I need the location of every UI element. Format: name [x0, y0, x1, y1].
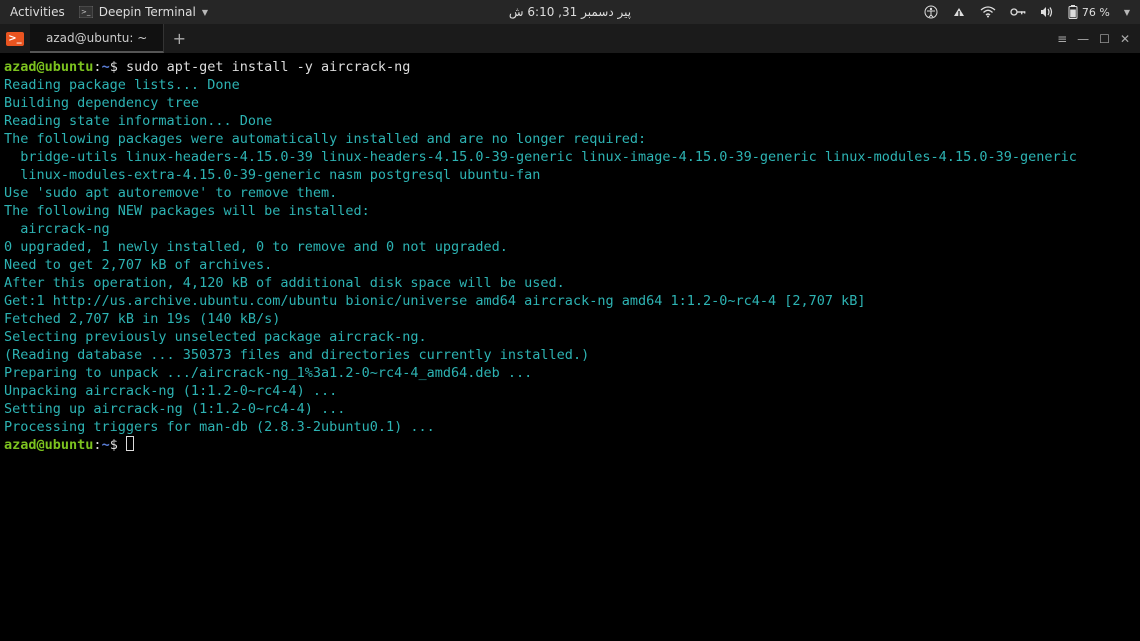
app-menu[interactable]: >_ Deepin Terminal ▼ — [79, 5, 208, 19]
gnome-topbar: Activities >_ Deepin Terminal ▼ پیر دسمب… — [0, 0, 1140, 24]
terminal-app-icon: >_ — [6, 32, 24, 46]
close-button[interactable]: ✕ — [1120, 32, 1130, 46]
battery-text: 76 % — [1082, 6, 1110, 19]
app-icon: >_ — [0, 24, 30, 53]
window-controls: ≡ — ☐ ✕ — [1057, 24, 1140, 53]
activities-button[interactable]: Activities — [10, 5, 65, 19]
new-tab-button[interactable]: + — [164, 24, 194, 53]
tab-title: azad@ubuntu: ~ — [46, 31, 147, 45]
menu-icon[interactable]: ≡ — [1057, 32, 1067, 46]
terminal-icon: >_ — [79, 6, 93, 18]
tab-bar: >_ azad@ubuntu: ~ + ≡ — ☐ ✕ — [0, 24, 1140, 54]
app-name: Deepin Terminal — [99, 5, 196, 19]
svg-text:>_: >_ — [81, 8, 91, 16]
clock-text: پیر دسمبر 31, 6:10 ش — [509, 5, 631, 19]
terminal-output[interactable]: azad@ubuntu:~$ sudo apt-get install -y a… — [0, 54, 1140, 458]
maximize-button[interactable]: ☐ — [1099, 32, 1110, 46]
chevron-down-icon: ▼ — [202, 8, 208, 17]
tab-terminal[interactable]: azad@ubuntu: ~ — [30, 24, 164, 53]
wifi-icon[interactable] — [980, 6, 996, 18]
volume-icon[interactable] — [1040, 6, 1054, 18]
vpn-icon[interactable] — [1010, 7, 1026, 17]
topbar-right: 76 % ▼ — [924, 5, 1130, 19]
battery-icon[interactable]: 76 % — [1068, 5, 1110, 19]
minimize-button[interactable]: — — [1077, 32, 1089, 46]
clock[interactable]: پیر دسمبر 31, 6:10 ش — [509, 5, 631, 19]
media-icon[interactable] — [952, 6, 966, 18]
system-menu-caret-icon[interactable]: ▼ — [1124, 8, 1130, 17]
topbar-left: Activities >_ Deepin Terminal ▼ — [10, 5, 208, 19]
accessibility-icon[interactable] — [924, 5, 938, 19]
